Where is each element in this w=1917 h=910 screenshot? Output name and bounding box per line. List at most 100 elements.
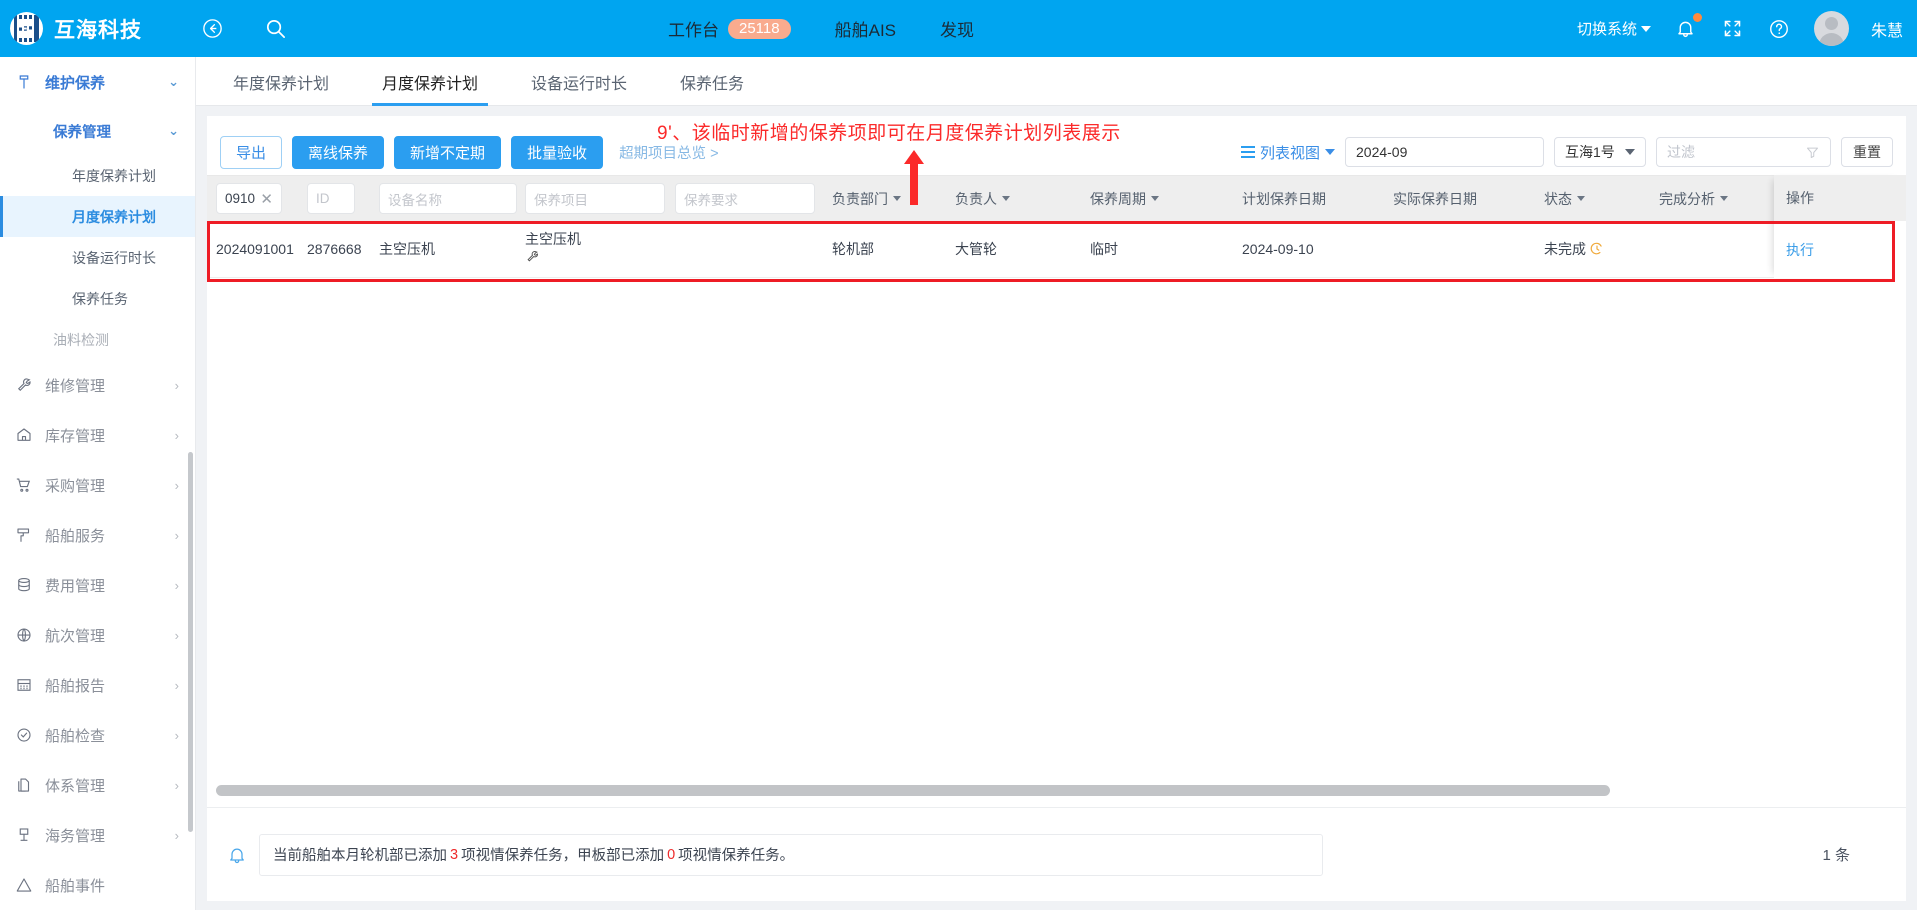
maintenance-req-filter[interactable]: 保养要求 xyxy=(675,183,815,214)
plan-no-filter[interactable]: 0910 ✕ xyxy=(216,183,282,214)
table-row[interactable]: 2024091001 2876668 主空压机 主空压机 轮机部 大管轮 临时 … xyxy=(207,221,1906,278)
roller-icon xyxy=(14,525,34,545)
reset-button[interactable]: 重置 xyxy=(1841,137,1893,167)
cell-plan-date: 2024-09-10 xyxy=(1242,241,1314,257)
sidebar-item-maintenance-task[interactable]: 保养任务 xyxy=(0,278,195,319)
filter-input[interactable]: 过滤 xyxy=(1656,137,1831,167)
month-picker[interactable]: 2024-09 xyxy=(1345,137,1544,167)
ship-select[interactable]: 互海1号 xyxy=(1554,137,1646,167)
operation-column: 操作 执行 xyxy=(1774,175,1906,278)
sidebar-item-cost-mgmt[interactable]: 费用管理 › xyxy=(0,560,195,610)
add-irregular-button[interactable]: 新增不定期 xyxy=(394,135,502,169)
sidebar-item-system-mgmt[interactable]: 体系管理 › xyxy=(0,760,195,810)
batch-accept-button[interactable]: 批量验收 xyxy=(511,135,604,169)
tab-maintenance-task[interactable]: 保养任务 xyxy=(664,70,760,105)
sidebar-item-annual-plan[interactable]: 年度保养计划 xyxy=(0,155,195,196)
sidebar-item-inventory-mgmt[interactable]: 库存管理 › xyxy=(0,410,195,460)
sidebar-item-equipment-runtime[interactable]: 设备运行时长 xyxy=(0,237,195,278)
nav-ship-ais[interactable]: 船舶AIS xyxy=(835,16,896,41)
sidebar-item-maintenance[interactable]: 维护保养 ⌄ xyxy=(0,57,195,107)
maintenance-item-filter[interactable]: 保养项目 xyxy=(525,183,665,214)
chevron-right-icon: › xyxy=(174,727,179,743)
avatar[interactable] xyxy=(1813,11,1849,46)
col-cycle[interactable]: 保养周期 xyxy=(1072,189,1220,209)
fullscreen-icon[interactable] xyxy=(1720,16,1745,41)
sidebar-item-ship-service-label: 船舶服务 xyxy=(45,527,106,545)
sidebar-item-ship-report-label: 船舶报告 xyxy=(45,677,106,695)
bell-icon[interactable] xyxy=(1673,13,1702,41)
sidebar-item-ship-event-label: 船舶事件 xyxy=(45,877,106,895)
sidebar-item-monthly-plan-label: 月度保养计划 xyxy=(72,208,156,225)
sidebar-item-marine-mgmt[interactable]: 海务管理 › xyxy=(0,810,195,860)
sidebar-item-maintenance-mgmt[interactable]: 保养管理 ⌄ xyxy=(0,107,195,155)
tab-equipment-runtime[interactable]: 设备运行时长 xyxy=(515,70,643,105)
horizontal-scrollbar[interactable] xyxy=(216,785,1610,796)
col-actual-date-label: 实际保养日期 xyxy=(1393,190,1477,207)
notice-middle: 项视情保养任务，甲板部已添加 xyxy=(461,848,665,864)
sidebar-item-ship-inspection-label: 船舶检查 xyxy=(45,727,106,745)
sidebar-item-repair-mgmt[interactable]: 维修管理 › xyxy=(0,360,195,410)
col-responsible[interactable]: 负责人 xyxy=(937,189,1072,209)
chevron-right-icon: › xyxy=(174,827,179,843)
tab-annual-plan[interactable]: 年度保养计划 xyxy=(217,70,345,105)
sidebar-item-ship-service[interactable]: 船舶服务 › xyxy=(0,510,195,560)
chevron-down-icon xyxy=(1640,25,1651,32)
documents-icon xyxy=(14,775,34,795)
cell-equipment-name: 主空压机 xyxy=(379,241,435,257)
main-content: 年度保养计划 月度保养计划 设备运行时长 保养任务 导出 离线保养 新增不定期 … xyxy=(196,57,1917,910)
back-circle-icon[interactable] xyxy=(200,16,225,41)
sidebar-scrollbar[interactable] xyxy=(188,452,193,832)
nav-discover[interactable]: 发现 xyxy=(940,16,974,41)
sidebar: 维护保养 ⌄ 保养管理 ⌄ 年度保养计划 月度保养计划 设备运行时长 保养任务 … xyxy=(0,57,196,910)
offline-maintenance-label: 离线保养 xyxy=(308,144,369,162)
col-analysis[interactable]: 完成分析 xyxy=(1637,189,1782,209)
col-status[interactable]: 状态 xyxy=(1522,189,1637,209)
month-picker-value: 2024-09 xyxy=(1356,144,1408,160)
equipment-name-filter[interactable]: 设备名称 xyxy=(379,183,517,214)
sidebar-item-ship-report[interactable]: 船舶报告 › xyxy=(0,660,195,710)
chevron-right-icon: › xyxy=(174,477,179,493)
workbench-badge: 25118 xyxy=(728,18,791,39)
cell-status: 未完成 xyxy=(1522,239,1637,259)
offline-maintenance-button[interactable]: 离线保养 xyxy=(292,135,385,169)
sidebar-item-ship-event[interactable]: 船舶事件 xyxy=(0,860,195,910)
chevron-down-icon xyxy=(893,196,901,201)
chevron-down-icon xyxy=(1151,196,1159,201)
cell-maintenance-item-text: 主空压机 xyxy=(525,230,581,247)
export-button[interactable]: 导出 xyxy=(220,135,283,169)
col-cycle-label: 保养周期 xyxy=(1090,190,1146,207)
company-logo-icon xyxy=(10,12,43,45)
chevron-down-icon xyxy=(1325,149,1335,155)
brand-logo[interactable]: 互海科技 xyxy=(0,12,190,45)
chevron-right-icon: › xyxy=(174,577,179,593)
export-button-label: 导出 xyxy=(236,144,267,162)
nav-ship-ais-label: 船舶AIS xyxy=(834,21,897,40)
execute-button[interactable]: 执行 xyxy=(1774,221,1906,278)
annotation-text: 9'、该临时新增的保养项即可在月度保养计划列表展示 xyxy=(657,123,1121,144)
ship-select-value: 互海1号 xyxy=(1565,144,1615,160)
cell-status-text: 未完成 xyxy=(1544,241,1586,257)
wrench-icon[interactable] xyxy=(525,249,540,264)
plan-no-filter-value: 0910 xyxy=(225,191,256,206)
sidebar-item-monthly-plan[interactable]: 月度保养计划 xyxy=(0,196,195,237)
search-icon[interactable] xyxy=(263,16,288,41)
nav-discover-label: 发现 xyxy=(940,21,975,40)
notice-suffix: 项视情保养任务。 xyxy=(678,848,795,864)
sidebar-item-inventory-mgmt-label: 库存管理 xyxy=(45,427,106,445)
view-switch-button[interactable]: 列表视图 xyxy=(1240,142,1335,163)
help-circle-icon[interactable] xyxy=(1767,16,1792,41)
maintenance-req-filter-placeholder: 保养要求 xyxy=(684,192,738,208)
switch-system-button[interactable]: 切换系统 xyxy=(1577,18,1651,39)
sidebar-item-oil-test[interactable]: 油料检测 xyxy=(0,319,195,360)
sidebar-item-voyage-mgmt[interactable]: 航次管理 › xyxy=(0,610,195,660)
filter-placeholder: 过滤 xyxy=(1667,144,1695,160)
sidebar-item-ship-inspection[interactable]: 船舶检查 › xyxy=(0,710,195,760)
close-icon[interactable]: ✕ xyxy=(260,190,273,208)
tab-monthly-plan[interactable]: 月度保养计划 xyxy=(366,70,494,106)
nav-workbench[interactable]: 工作台 25118 xyxy=(668,16,791,41)
sidebar-item-purchase-mgmt[interactable]: 采购管理 › xyxy=(0,460,195,510)
sidebar-item-oil-test-label: 油料检测 xyxy=(53,331,109,348)
brand-name: 互海科技 xyxy=(54,18,142,42)
id-filter[interactable]: ID xyxy=(307,183,355,214)
list-view-icon xyxy=(1240,146,1255,158)
